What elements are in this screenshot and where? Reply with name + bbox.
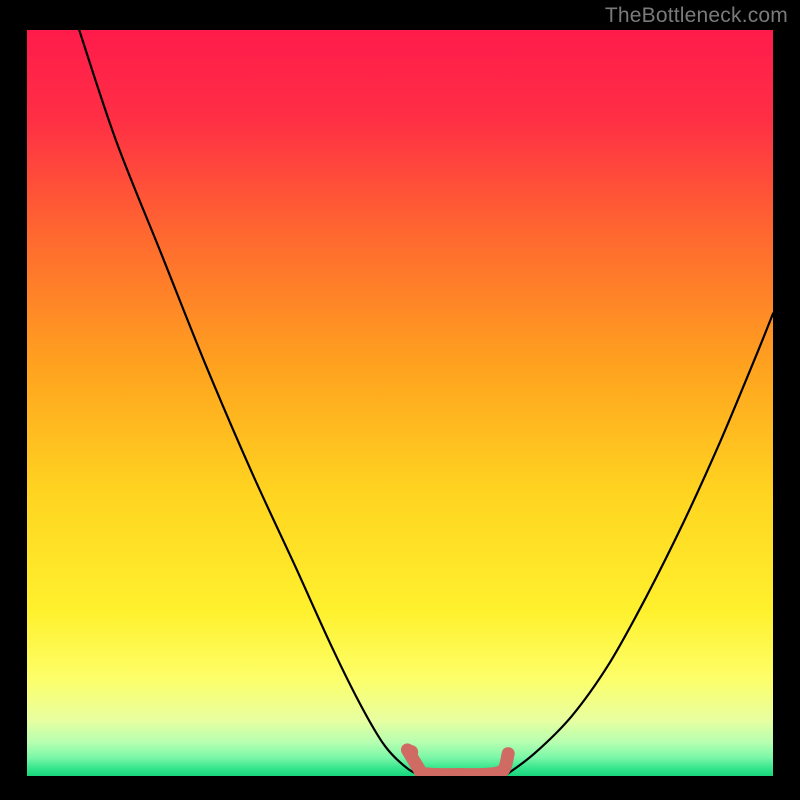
left-curve — [79, 30, 422, 776]
curve-layer — [27, 30, 773, 776]
attribution-label: TheBottleneck.com — [605, 4, 788, 28]
plot-area — [27, 30, 773, 776]
bottom-dot-marker — [404, 745, 418, 759]
bottom-band-marker — [407, 750, 508, 775]
right-curve — [504, 314, 773, 777]
outer-frame: TheBottleneck.com — [0, 0, 800, 800]
